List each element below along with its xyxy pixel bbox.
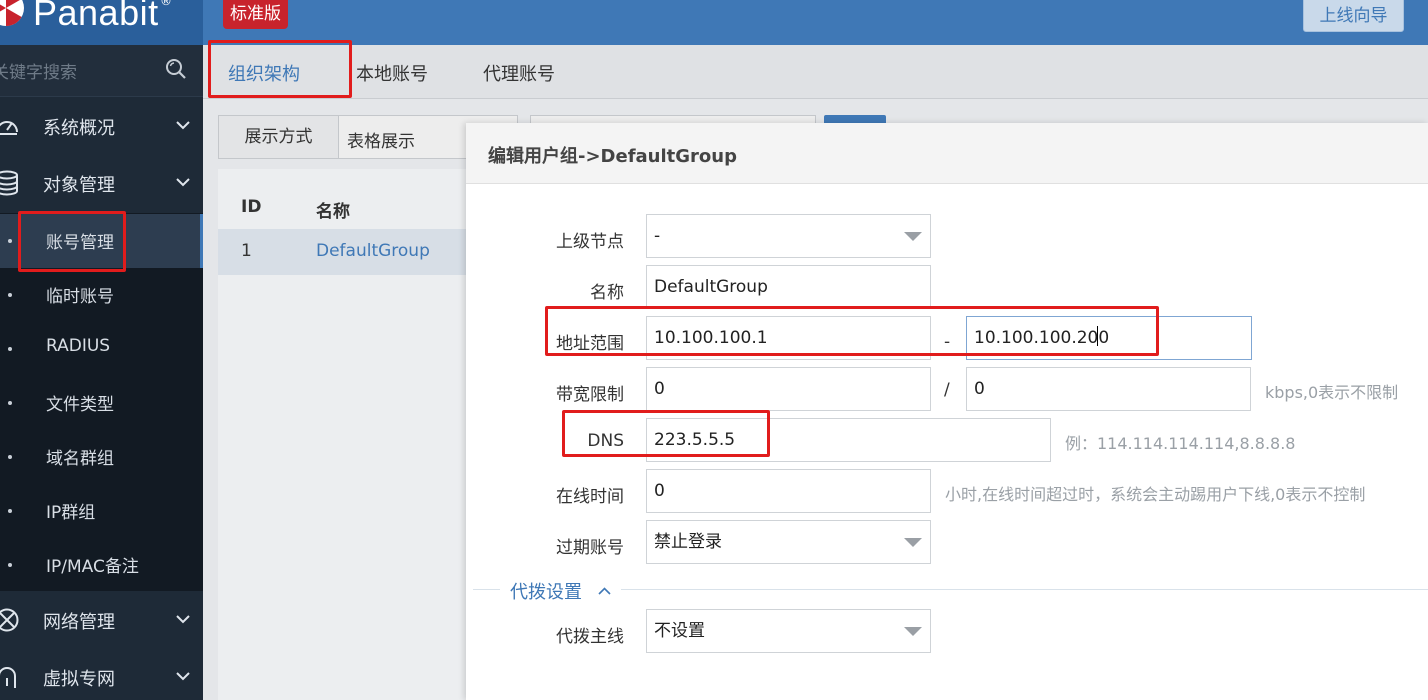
sidebar-item-label: RADIUS [46,336,111,356]
caret-down-icon [904,232,922,241]
parent-node-select[interactable]: - [646,214,931,258]
menu-group-vpn[interactable]: 虚拟专网 [0,650,203,700]
column-header-name: 名称 [316,202,350,222]
online-wizard-button[interactable]: 上线向导 [1303,0,1404,32]
menu-group-label: 对象管理 [43,175,115,196]
parent-node-label: 上级节点 [556,232,624,252]
bullet-icon [8,509,12,513]
sidebar-item-label: IP群组 [46,503,96,523]
bullet-icon [8,563,12,567]
menu-group-label: 虚拟专网 [43,669,115,690]
logo-registered-mark: ® [160,0,172,8]
online-time-input[interactable]: 0 [646,469,931,513]
modal-title: 编辑用户组->DefaultGroup [488,146,737,167]
display-mode-value[interactable]: 表格展示 [347,127,415,152]
sidebar-item-file-types[interactable]: 文件类型 [0,376,203,430]
name-label: 名称 [590,283,624,303]
sidebar-item-label: 临时账号 [46,287,114,307]
display-mode-label: 展示方式 [219,116,339,158]
annotation-box-address-range [545,306,1159,356]
parent-node-value: - [654,226,661,246]
bullet-icon [8,401,12,405]
menu-group-label: 系统概况 [43,118,115,139]
chevron-down-icon [176,615,190,624]
database-icon [0,170,18,196]
sidebar-search[interactable]: 关键字搜索 [0,45,203,97]
sidebar-item-ip-groups[interactable]: IP群组 [0,484,203,538]
annotation-box-account-mgmt [18,211,126,272]
annotation-box-org-tab [208,40,352,98]
chevron-up-icon [598,587,611,595]
gauge-icon [0,121,18,135]
logo-icon [0,0,24,27]
expired-account-value: 禁止登录 [654,532,722,552]
search-icon[interactable] [164,57,188,81]
tab-local-accounts[interactable]: 本地账号 [356,60,428,86]
chevron-down-icon [176,121,190,130]
column-header-id: ID [241,197,262,217]
dial-line-value: 不设置 [654,621,705,641]
dns-hint: 例：114.114.114.114,8.8.8.8 [1065,434,1296,453]
logo-text: Panabit [33,0,159,33]
edition-badge: 标准版 [223,0,288,29]
bandwidth-label: 带宽限制 [556,385,624,405]
chevron-down-icon [176,672,190,681]
bullet-icon [8,293,12,297]
expired-account-label: 过期账号 [556,538,624,558]
bandwidth-up-input[interactable]: 0 [646,367,931,411]
annotation-box-dns [562,410,770,457]
bandwidth-hint: kbps,0表示不限制 [1265,383,1399,402]
sidebar-item-radius[interactable]: RADIUS [0,322,203,376]
online-time-label: 在线时间 [556,487,624,507]
expired-account-select[interactable]: 禁止登录 [646,520,931,564]
online-time-hint: 小时,在线时间超过时，系统会主动踢用户下线,0表示不控制 [945,485,1366,504]
tab-proxy-accounts[interactable]: 代理账号 [483,60,555,86]
menu-group-label: 网络管理 [43,612,115,633]
sidebar: 关键字搜索 系统概况 对象管理 账号管理 临时账号 RADIUS 文件类型 域名… [0,45,203,700]
dial-settings-title: 代拨设置 [510,582,582,603]
bandwidth-separator: / [944,380,950,400]
dial-line-select[interactable]: 不设置 [646,609,931,653]
sidebar-item-domain-groups[interactable]: 域名群组 [0,430,203,484]
table-row[interactable]: 1 DefaultGroup [218,229,478,275]
menu-group-object-management[interactable]: 对象管理 [0,156,203,212]
name-input[interactable]: DefaultGroup [646,265,931,309]
row-name-link[interactable]: DefaultGroup [316,241,430,261]
caret-down-icon [904,538,922,547]
sidebar-item-temp-account[interactable]: 临时账号 [0,268,203,322]
logo: Panabit ® [0,0,203,45]
top-bar: Panabit ® 标准版 上线向导 [0,0,1428,45]
sidebar-item-label: 文件类型 [46,395,114,415]
menu-group-system-overview[interactable]: 系统概况 [0,99,203,155]
dial-line-label: 代拨主线 [556,627,624,647]
menu-group-network-management[interactable]: 网络管理 [0,593,203,649]
vpn-icon [0,667,16,688]
dial-settings-toggle[interactable]: 代拨设置 [500,578,621,604]
bullet-icon [8,455,12,459]
caret-down-icon [904,627,922,636]
row-id: 1 [241,241,252,261]
bullet-icon [8,347,12,351]
bandwidth-down-input[interactable]: 0 [966,367,1251,411]
sidebar-item-ip-mac-notes[interactable]: IP/MAC备注 [0,538,203,592]
modal-header: 编辑用户组->DefaultGroup [466,123,1428,184]
tab-bar: 组织架构 本地账号 代理账号 [203,45,1428,99]
chevron-down-icon [176,178,190,187]
search-input[interactable]: 关键字搜索 [0,58,77,83]
network-icon [0,608,19,632]
sidebar-item-label: IP/MAC备注 [46,557,139,577]
sidebar-item-label: 域名群组 [46,449,114,469]
bullet-icon [8,239,12,243]
